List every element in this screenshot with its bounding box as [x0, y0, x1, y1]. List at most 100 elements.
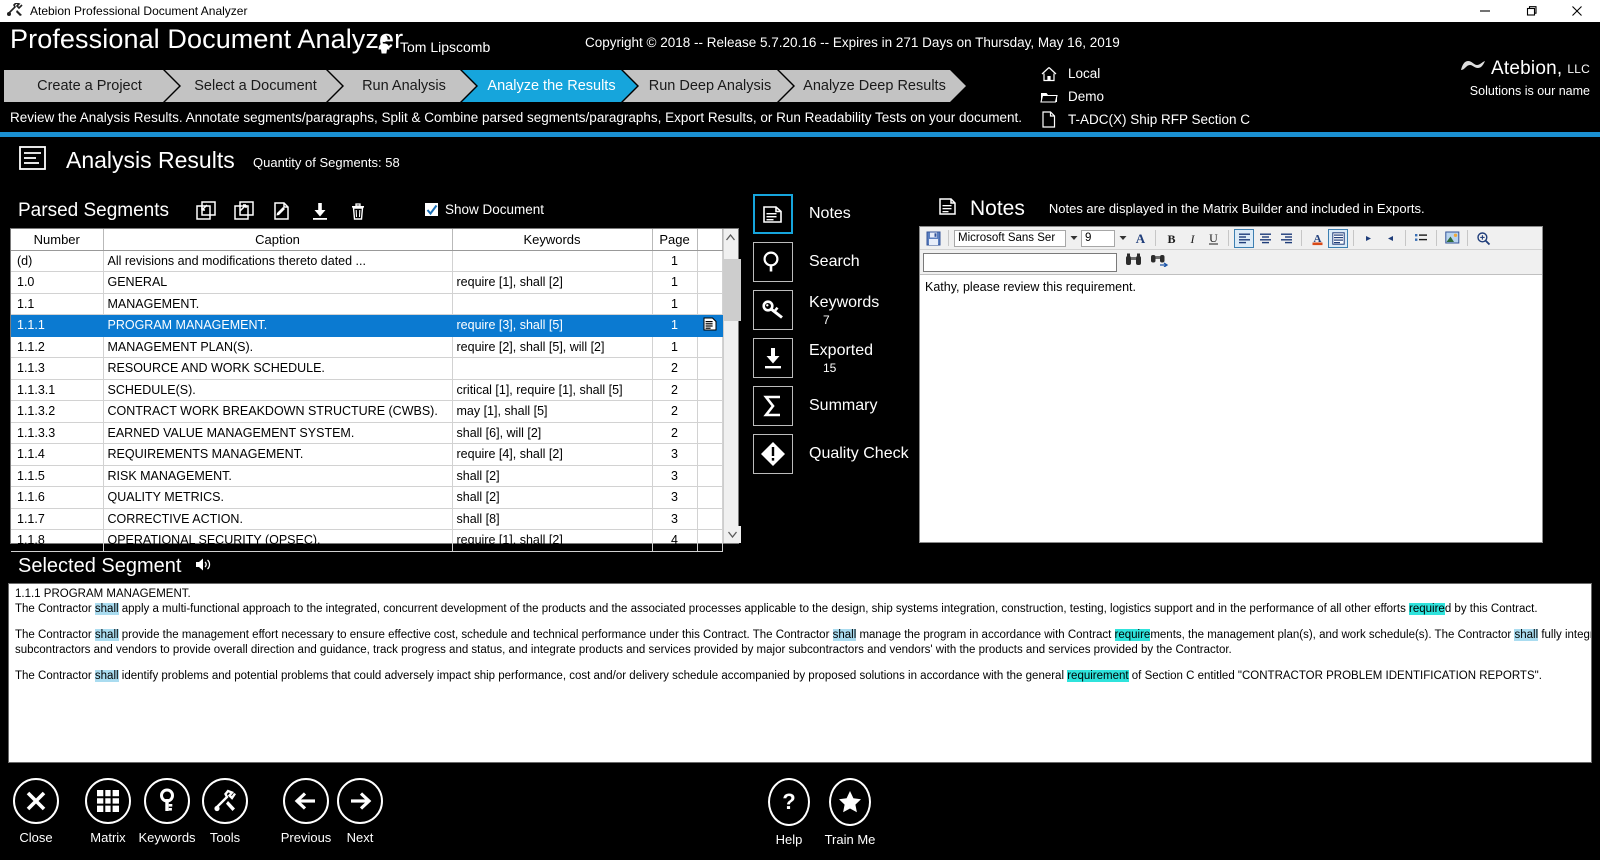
binoculars-icon[interactable] [1125, 252, 1142, 272]
combine-segments-icon[interactable] [187, 198, 225, 224]
table-row[interactable]: 1.1.7 CORRECTIVE ACTION. shall [8] 3 [11, 508, 723, 530]
toolbar-separator [948, 230, 949, 246]
maximize-icon[interactable] [1508, 0, 1554, 22]
wizard-step-label: Analyze the Results [487, 78, 616, 94]
cell-keywords: require [3], shall [5] [452, 314, 653, 337]
bullet-list-icon[interactable] [1411, 229, 1431, 248]
column-header-doc[interactable] [697, 229, 723, 251]
svg-text:I: I [1189, 232, 1195, 246]
binoculars-next-icon[interactable] [1150, 252, 1169, 272]
star-icon [829, 778, 871, 826]
selected-segment-text[interactable]: 1.1.1 PROGRAM MANAGEMENT. The Contractor … [8, 583, 1592, 763]
close-button[interactable]: Close [12, 778, 60, 845]
align-center-icon[interactable] [1255, 229, 1275, 248]
scroll-up-arrow[interactable] [723, 229, 738, 246]
cell-caption: EARNED VALUE MANAGEMENT SYSTEM. [103, 422, 453, 444]
zoom-icon[interactable] [1473, 229, 1493, 248]
annotate-document-icon[interactable] [263, 198, 301, 224]
save-disk-icon[interactable] [923, 229, 943, 248]
notes-editor[interactable]: Microsoft Sans Ser 9 A B I U A Kathy, pl… [919, 226, 1543, 543]
table-row[interactable]: 1.1.3.1 SCHEDULE(S). critical [1], require… [11, 379, 723, 401]
split-segments-icon[interactable] [225, 198, 263, 224]
align-right-icon[interactable] [1276, 229, 1296, 248]
font-color-A-icon[interactable]: A [1130, 229, 1150, 248]
delete-trash-icon[interactable] [339, 198, 377, 224]
show-document-checkbox[interactable]: Show Document [425, 202, 544, 217]
bold-icon[interactable]: B [1161, 229, 1181, 248]
next-button[interactable]: Next [336, 778, 384, 845]
segment-paragraph: The Contractor shall provide the managem… [15, 628, 1591, 643]
indent-increase-icon[interactable] [1359, 229, 1379, 248]
column-header-page[interactable]: Page [652, 229, 698, 251]
scroll-down-arrow[interactable] [723, 526, 741, 543]
font-size-select[interactable]: 9 [1081, 229, 1115, 247]
insert-image-icon[interactable] [1442, 229, 1462, 248]
table-row[interactable]: 1.1.6 QUALITY METRICS. shall [2] 3 [11, 486, 723, 509]
wizard-step-create-a-project[interactable]: Create a Project [4, 70, 179, 102]
context-row-project[interactable]: Demo [1040, 85, 1250, 108]
cell-page: 2 [652, 400, 698, 423]
previous-button[interactable]: Previous [281, 778, 331, 845]
indent-decrease-icon[interactable] [1380, 229, 1400, 248]
sidenav-item-keywords[interactable]: Keywords 7 [753, 286, 909, 334]
parsed-segments-table[interactable]: Number Caption Keywords Page (d) All revisio… [11, 229, 723, 552]
keyword-highlight-shall: shall [94, 602, 119, 615]
notes-body-text[interactable]: Kathy, please review this requirement. [920, 275, 1542, 299]
export-download-icon[interactable] [301, 198, 339, 224]
wizard-step-select-a-document[interactable]: Select a Document [165, 70, 342, 102]
help-button[interactable]: ? Help [765, 778, 813, 847]
font-name-select[interactable]: Microsoft Sans Ser [954, 229, 1066, 247]
document-icon [1040, 111, 1058, 129]
cell-doc [697, 271, 723, 294]
sidenav-item-exported[interactable]: Exported 15 [753, 334, 909, 382]
sidenav-item-quality-check[interactable]: Quality Check [753, 430, 909, 478]
scroll-thumb[interactable] [723, 259, 741, 321]
font-name-chevron-down-icon[interactable] [1067, 230, 1080, 247]
minimize-icon[interactable] [1462, 0, 1508, 22]
close-icon[interactable] [1554, 0, 1600, 22]
table-row[interactable]: 1.1.3 RESOURCE AND WORK SCHEDULE. 2 [11, 357, 723, 380]
sidenav-item-search[interactable]: Search [753, 238, 909, 286]
note-icon[interactable] [697, 314, 723, 337]
wizard-step-run-analysis[interactable]: Run Analysis [328, 70, 476, 102]
train-me-button[interactable]: Train Me [825, 778, 875, 847]
close-x-icon [13, 778, 59, 824]
font-size-chevron-down-icon[interactable] [1116, 230, 1129, 247]
speaker-icon[interactable] [195, 557, 213, 577]
context-row-document[interactable]: T-ADC(X) Ship RFP Section C [1040, 108, 1250, 131]
wizard-step-run-deep-analysis[interactable]: Run Deep Analysis [623, 70, 793, 102]
highlight-color-icon[interactable] [1328, 228, 1348, 248]
column-header-keywords[interactable]: Keywords [452, 229, 653, 251]
table-row[interactable]: 1.1.1 PROGRAM MANAGEMENT. require [3], sha… [11, 314, 723, 337]
table-row[interactable]: 1.1.3.3 EARNED VALUE MANAGEMENT SYSTEM. sh… [11, 422, 723, 444]
find-input[interactable] [923, 252, 1117, 272]
table-row[interactable]: 1.1.8 OPERATIONAL SECURITY (OPSEC). requir… [11, 529, 723, 552]
table-row[interactable]: 1.1.4 REQUIREMENTS MANAGEMENT. require [4]… [11, 443, 723, 466]
cell-caption: All revisions and modifications thereto … [103, 250, 453, 272]
keywords-button[interactable]: Keywords [138, 778, 196, 845]
folder-icon [1040, 88, 1058, 106]
column-header-number[interactable]: Number [11, 229, 104, 251]
wizard-step-analyze-the-results[interactable]: Analyze the Results [462, 70, 637, 102]
toolbar-separator-5 [1353, 230, 1354, 246]
context-row-local[interactable]: Local [1040, 62, 1250, 85]
text-color-icon[interactable]: A [1307, 229, 1327, 248]
table-row[interactable]: 1.1.3.2 CONTRACT WORK BREAKDOWN STRUCTURE… [11, 400, 723, 423]
align-left-icon[interactable] [1234, 228, 1254, 248]
table-row[interactable]: 1.0 GENERAL require [1], shall [2] 1 [11, 271, 723, 294]
table-row[interactable]: 1.1.5 RISK MANAGEMENT. shall [2] 3 [11, 465, 723, 487]
tools-button[interactable]: Tools [201, 778, 249, 845]
table-scrollbar[interactable] [722, 229, 741, 543]
sidenav-item-summary[interactable]: Summary [753, 382, 909, 430]
table-row[interactable]: 1.1.2 MANAGEMENT PLAN(S). require [2], sha… [11, 336, 723, 358]
column-header-caption[interactable]: Caption [103, 229, 453, 251]
user-block[interactable]: Tom Lipscomb [376, 34, 490, 59]
table-row[interactable]: 1.1 MANAGEMENT. 1 [11, 293, 723, 315]
matrix-button[interactable]: Matrix [84, 778, 132, 845]
italic-icon[interactable]: I [1182, 229, 1202, 248]
sidenav-item-notes[interactable]: Notes [753, 190, 909, 238]
toolbar-separator-6 [1405, 230, 1406, 246]
table-row[interactable]: (d) All revisions and modifications there… [11, 250, 723, 272]
underline-icon[interactable]: U [1203, 229, 1223, 248]
wizard-step-analyze-deep-results[interactable]: Analyze Deep Results [779, 70, 966, 102]
